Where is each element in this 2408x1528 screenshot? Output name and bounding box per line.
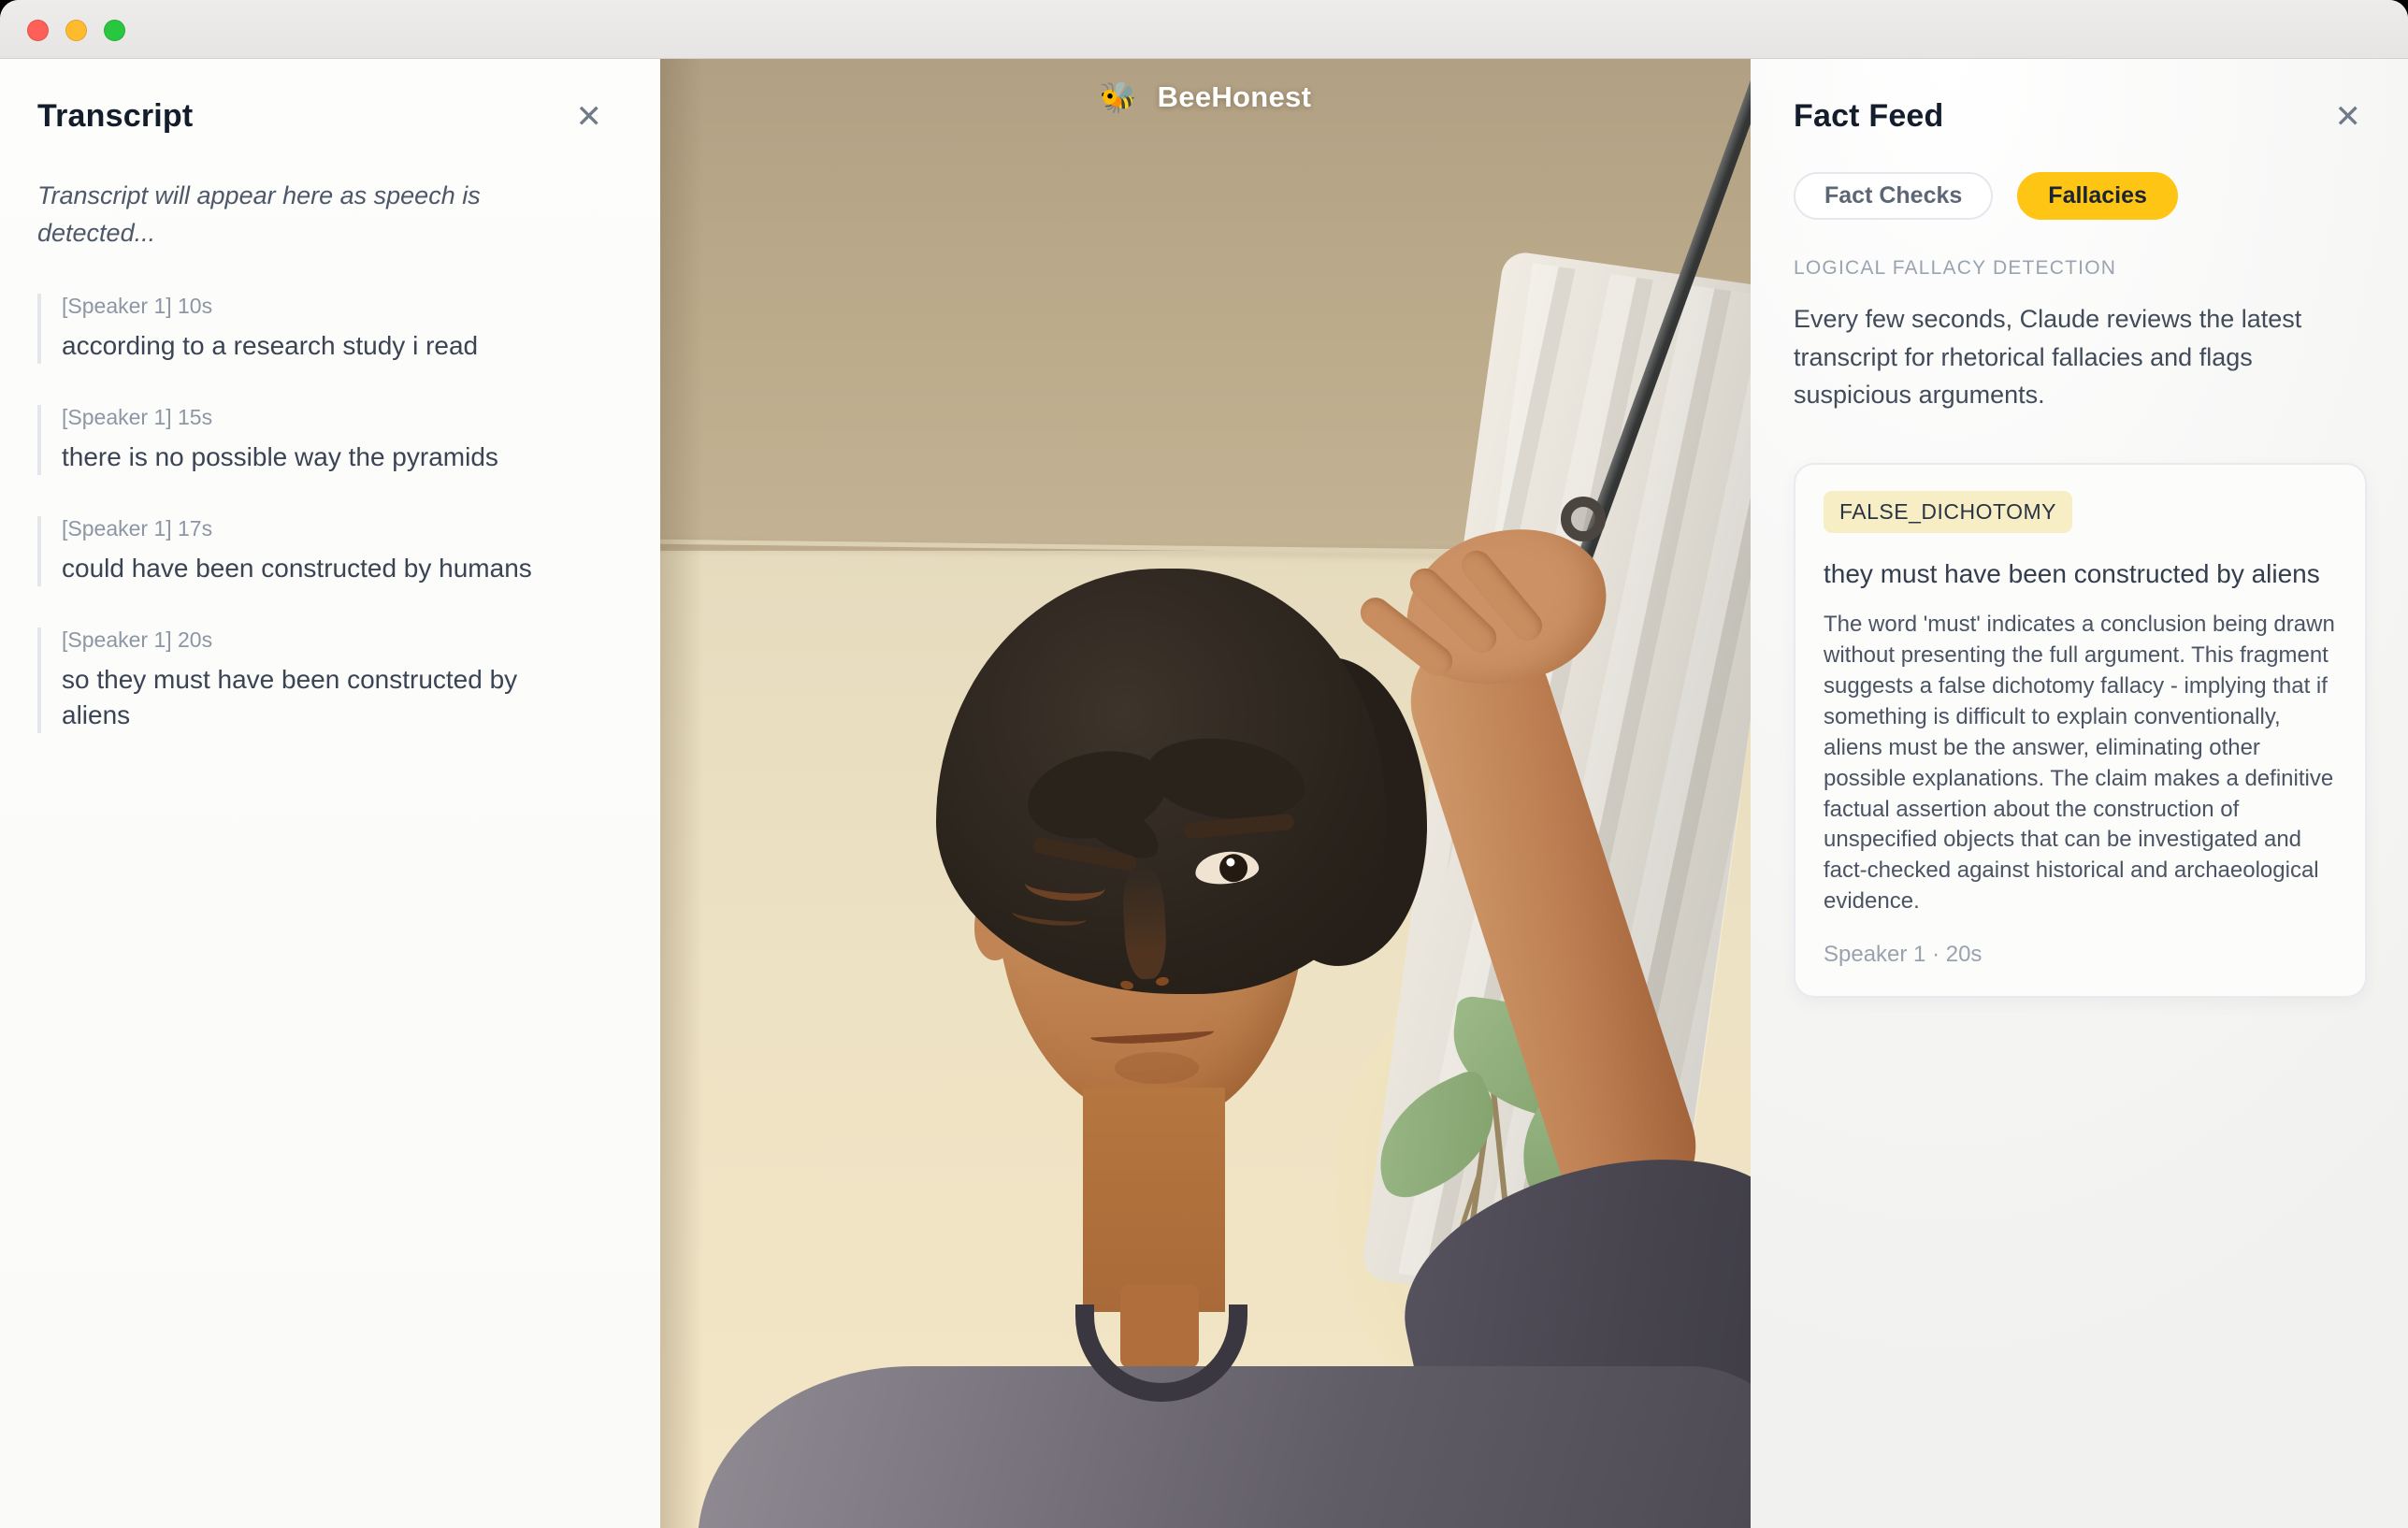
transcript-entry-meta: [Speaker 1] 20s xyxy=(62,627,608,653)
fact-feed-panel: Fact Feed ✕ Fact Checks Fallacies LOGICA… xyxy=(1751,59,2408,1528)
person-chin-shadow xyxy=(1115,1052,1199,1084)
wall-left-shadow xyxy=(660,59,703,1528)
fallacy-card: FALSE_DICHOTOMY they must have been cons… xyxy=(1794,463,2367,999)
minimize-window-button[interactable] xyxy=(65,20,87,41)
window-controls xyxy=(27,20,125,41)
transcript-header: Transcript ✕ xyxy=(37,98,608,135)
fact-feed-close-icon[interactable]: ✕ xyxy=(2329,99,2368,135)
app-window: Transcript ✕ Transcript will appear here… xyxy=(0,0,2408,1528)
transcript-title: Transcript xyxy=(37,98,193,135)
tab-fallacies[interactable]: Fallacies xyxy=(2017,172,2178,220)
transcript-entry-meta: [Speaker 1] 17s xyxy=(62,516,608,541)
titlebar xyxy=(0,0,2408,59)
transcript-entries: [Speaker 1] 10s according to a research … xyxy=(37,294,608,733)
transcript-entry: [Speaker 1] 15s there is no possible way… xyxy=(37,405,608,475)
fallacy-type-badge: FALSE_DICHOTOMY xyxy=(1824,491,2072,533)
close-window-button[interactable] xyxy=(27,20,49,41)
transcript-entry: [Speaker 1] 10s according to a research … xyxy=(37,294,608,364)
bee-icon: 🐝 xyxy=(1100,79,1137,115)
curtain-grommet xyxy=(1561,497,1606,541)
fallacy-claim: they must have been constructed by alien… xyxy=(1824,556,2335,592)
feed-description: Every few seconds, Claude reviews the la… xyxy=(1794,300,2367,414)
zoom-window-button[interactable] xyxy=(104,20,125,41)
transcript-entry: [Speaker 1] 20s so they must have been c… xyxy=(37,627,608,733)
person-neck xyxy=(1083,1088,1225,1312)
fallacy-speaker-meta: Speaker 1 · 20s xyxy=(1824,942,2335,968)
transcript-entry-meta: [Speaker 1] 10s xyxy=(62,294,608,319)
tab-fact-checks[interactable]: Fact Checks xyxy=(1794,172,1993,220)
app-name-overlay: BeeHonest xyxy=(1158,80,1312,114)
transcript-entry-text: so they must have been constructed by al… xyxy=(62,662,571,733)
transcript-entry-text: could have been constructed by humans xyxy=(62,551,571,586)
fallacy-explanation: The word 'must' indicates a conclusion b… xyxy=(1824,610,2335,917)
transcript-panel: Transcript ✕ Transcript will appear here… xyxy=(0,59,660,1528)
fact-feed-header: Fact Feed ✕ xyxy=(1794,98,2367,135)
transcript-close-icon[interactable]: ✕ xyxy=(570,99,609,135)
transcript-entry-text: according to a research study i read xyxy=(62,328,571,364)
webcam-video-feed: 🐝 BeeHonest xyxy=(660,59,1751,1528)
fact-feed-title: Fact Feed xyxy=(1794,98,1944,135)
person-tshirt xyxy=(698,1366,1751,1528)
transcript-entry: [Speaker 1] 17s could have been construc… xyxy=(37,516,608,586)
person-iris xyxy=(1218,853,1249,884)
transcript-entry-text: there is no possible way the pyramids xyxy=(62,440,571,475)
transcript-entry-meta: [Speaker 1] 15s xyxy=(62,405,608,430)
fact-feed-tabs: Fact Checks Fallacies xyxy=(1794,172,2367,220)
section-label: LOGICAL FALLACY DETECTION xyxy=(1794,257,2367,280)
transcript-placeholder: Transcript will appear here as speech is… xyxy=(37,178,533,252)
video-overlay-header: 🐝 BeeHonest xyxy=(660,79,1751,115)
main-content: Transcript ✕ Transcript will appear here… xyxy=(0,59,2408,1528)
